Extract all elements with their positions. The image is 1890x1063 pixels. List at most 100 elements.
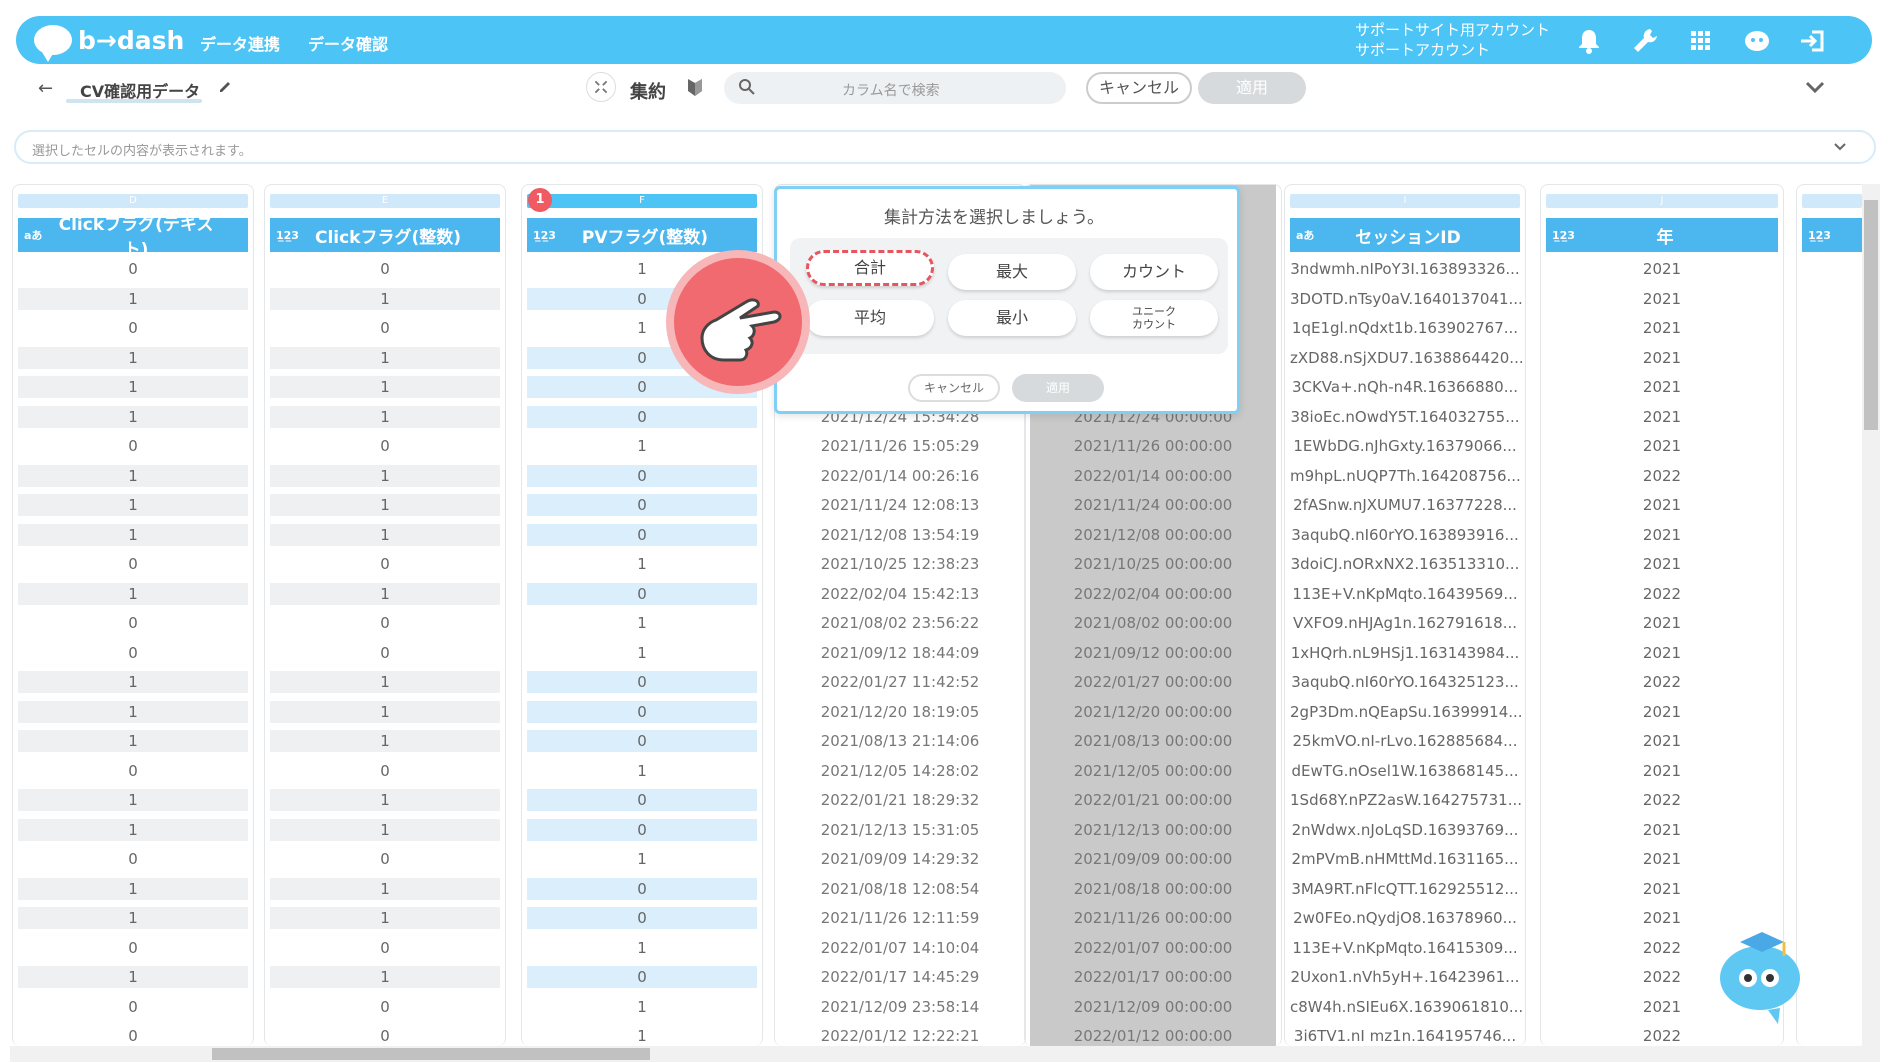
table-cell[interactable]: 2022/02/04 00:00:00	[1030, 583, 1276, 605]
table-cell[interactable]: 2021/08/13 21:14:06	[780, 730, 1020, 752]
column-header[interactable]: 1̲2̲3 PVフラグ(整数)	[527, 218, 757, 252]
toolbar-apply-button[interactable]: 適用	[1198, 72, 1306, 104]
table-cell[interactable]: 2021/12/20 18:19:05	[780, 701, 1020, 723]
table-cell[interactable]: 0	[270, 435, 500, 457]
table-cell[interactable]: 2021/11/24 00:00:00	[1030, 494, 1276, 516]
table-cell[interactable]: 2nWdwx.nJoLqSD.16393769...	[1290, 819, 1520, 841]
table-cell[interactable]: 3ndwmh.nIPoY3I.163893326...	[1290, 258, 1520, 280]
table-cell[interactable]: 1	[527, 760, 757, 782]
table-cell[interactable]: 1	[527, 937, 757, 959]
horizontal-scroll-thumb[interactable]	[212, 1048, 650, 1060]
column-header[interactable]: aあ Clickフラグ(テキスト)	[18, 215, 248, 260]
table-cell[interactable]: 2022	[1546, 1025, 1778, 1047]
table-cell[interactable]: 0	[270, 317, 500, 339]
table-cell[interactable]: 2w0FEo.nQydjO8.16378960...	[1290, 907, 1520, 929]
table-cell[interactable]: 2021/08/13 00:00:00	[1030, 730, 1276, 752]
grid-icon[interactable]	[1686, 26, 1716, 56]
column-header[interactable]: 1̲2̲3 年	[1546, 218, 1778, 252]
chevron-down-icon[interactable]	[1804, 76, 1826, 98]
table-cell[interactable]: 1	[270, 464, 500, 487]
table-cell[interactable]: 0	[270, 642, 500, 664]
table-cell[interactable]: 1	[527, 1025, 757, 1047]
table-cell[interactable]: 1	[270, 376, 500, 398]
table-cell[interactable]: 2021/09/09 14:29:32	[780, 848, 1020, 870]
table-cell[interactable]: 1	[270, 877, 500, 900]
table-cell[interactable]: 3doiCJ.nORxNX2.163513310...	[1290, 553, 1520, 575]
beginner-mark-icon[interactable]	[686, 76, 704, 98]
expand-chevron-icon[interactable]	[1832, 140, 1848, 154]
table-cell[interactable]: 3DOTD.nTsy0aV.1640137041...	[1290, 288, 1523, 310]
option-sum[interactable]: 合計	[806, 250, 934, 286]
cell-content-bar[interactable]	[14, 130, 1876, 164]
table-cell[interactable]: 0	[527, 405, 757, 428]
table-cell[interactable]: 0	[527, 671, 757, 693]
table-cell[interactable]: 1	[527, 642, 757, 664]
table-cell[interactable]: 25kmVO.nI-rLvo.162885684...	[1290, 730, 1520, 752]
table-cell[interactable]: 1	[18, 789, 248, 811]
table-cell[interactable]: 0	[18, 435, 248, 457]
table-cell[interactable]: 1	[18, 582, 248, 605]
table-cell[interactable]: 2022/01/17 14:45:29	[780, 966, 1020, 988]
table-cell[interactable]: 2021/09/09 00:00:00	[1030, 848, 1276, 870]
table-cell[interactable]: 0	[527, 877, 757, 900]
column-letter[interactable]	[1802, 194, 1862, 208]
table-cell[interactable]: 38ioEc.nOwdY5T.164032755...	[1290, 406, 1520, 428]
table-cell[interactable]: 2021/11/26 00:00:00	[1030, 907, 1276, 929]
table-cell[interactable]: 0	[18, 937, 248, 959]
table-cell[interactable]: 2021/12/13 15:31:05	[780, 819, 1020, 841]
table-cell[interactable]: 0	[18, 258, 248, 280]
table-cell[interactable]: 2021/11/26 15:05:29	[780, 435, 1020, 457]
table-cell[interactable]: 1	[18, 700, 248, 723]
option-average[interactable]: 平均	[806, 300, 934, 336]
table-cell[interactable]: 2021	[1546, 317, 1778, 339]
table-cell[interactable]: 2022/01/27 11:42:52	[780, 671, 1020, 693]
table-cell[interactable]: 1	[270, 966, 500, 988]
table-cell[interactable]: 2021/12/05 00:00:00	[1030, 760, 1276, 782]
table-cell[interactable]: 2021/12/05 14:28:02	[780, 760, 1020, 782]
table-cell[interactable]: 1	[270, 523, 500, 546]
table-cell[interactable]: 113E+V.nKpMqto.16415309...	[1290, 937, 1520, 959]
table-cell[interactable]: 2021	[1546, 258, 1778, 280]
table-cell[interactable]: 2021/10/25 12:38:23	[780, 553, 1020, 575]
account-info[interactable]: サポートサイト用アカウント サポートアカウント	[1355, 20, 1550, 60]
table-cell[interactable]: 2021	[1546, 819, 1778, 841]
table-cell[interactable]: 0	[527, 700, 757, 723]
table-cell[interactable]: 0	[527, 582, 757, 605]
table-cell[interactable]: 3i6TV1.nI mz1n.164195746...	[1290, 1025, 1520, 1047]
column-header[interactable]: 1̲2̲3 Clickフラグ(整数)	[270, 218, 500, 252]
table-cell[interactable]: 0	[18, 642, 248, 664]
table-cell[interactable]: 0	[18, 848, 248, 870]
table-cell[interactable]: 1	[18, 818, 248, 841]
table-cell[interactable]: 2gP3Dm.nQEapSu.16399914...	[1290, 701, 1523, 723]
table-cell[interactable]: 1	[18, 346, 248, 369]
table-cell[interactable]: 1	[18, 877, 248, 900]
table-cell[interactable]: 1	[18, 464, 248, 487]
table-cell[interactable]: 0	[18, 996, 248, 1018]
vertical-scroll-thumb[interactable]	[1864, 200, 1878, 430]
pencil-icon[interactable]	[218, 78, 234, 94]
option-count[interactable]: カウント	[1090, 254, 1218, 290]
table-cell[interactable]: 2021	[1546, 347, 1778, 369]
table-cell[interactable]: 1	[270, 494, 500, 516]
column-letter[interactable]: J	[1546, 194, 1778, 208]
table-cell[interactable]: 0	[270, 553, 500, 575]
table-cell[interactable]: 2022	[1546, 583, 1778, 605]
table-cell[interactable]: 3MA9RT.nFlcQTT.162925512...	[1290, 878, 1520, 900]
table-cell[interactable]: 2021/09/12 18:44:09	[780, 642, 1020, 664]
table-cell[interactable]: 113E+V.nKpMqto.16439569...	[1290, 583, 1520, 605]
table-cell[interactable]: 2021	[1546, 878, 1778, 900]
table-cell[interactable]: 1	[527, 612, 757, 634]
table-cell[interactable]: 1	[18, 671, 248, 693]
table-cell[interactable]: 2021	[1546, 642, 1778, 664]
table-cell[interactable]: 2022/01/14 00:00:00	[1030, 465, 1276, 487]
table-cell[interactable]: 0	[18, 317, 248, 339]
column-letter[interactable]: I	[1290, 194, 1520, 208]
table-cell[interactable]: 1EWbDG.nJhGxty.16379066...	[1290, 435, 1520, 457]
chat-mascot-icon[interactable]	[1742, 26, 1772, 56]
table-cell[interactable]: 0	[270, 996, 500, 1018]
table-cell[interactable]: 1	[18, 966, 248, 988]
table-cell[interactable]: 0	[527, 789, 757, 811]
table-cell[interactable]: 2021	[1546, 730, 1778, 752]
table-cell[interactable]: 1xHQrh.nL9HSj1.163143984...	[1290, 642, 1520, 664]
logout-icon[interactable]	[1798, 26, 1828, 56]
